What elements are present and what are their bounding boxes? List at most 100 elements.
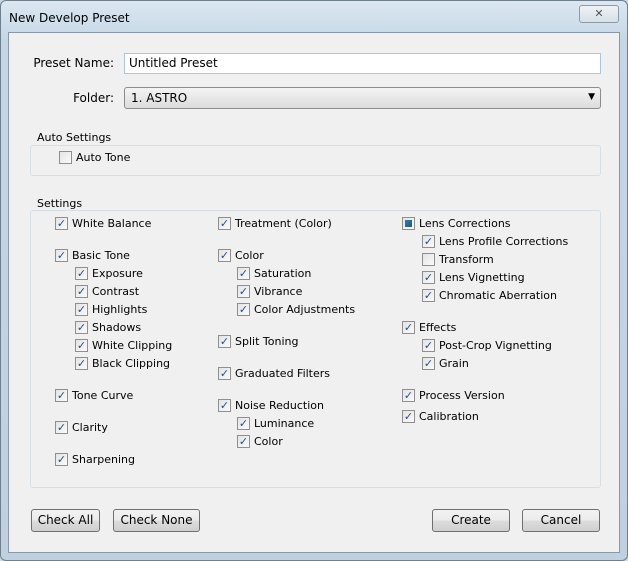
folder-select[interactable]: 1. ASTRO ▼ [124,87,601,109]
check-all-button[interactable]: Check All [31,509,100,532]
setting-checkbox-lens-vignetting[interactable]: ✓ Lens Vignetting [422,271,525,284]
checkbox-label: White Balance [72,217,152,230]
setting-checkbox-calibration[interactable]: ✓ Calibration [402,410,479,423]
checkbox-label: Lens Corrections [419,217,511,230]
auto-tone-checkbox[interactable]: Auto Tone [59,151,130,164]
auto-settings-title: Auto Settings [37,131,112,144]
checkbox-label: Basic Tone [72,249,130,262]
setting-checkbox-post-crop-vignetting[interactable]: ✓ Post-Crop Vignetting [422,339,552,352]
checkmark-icon: ✓ [218,335,231,348]
checkmark-icon: ✓ [218,399,231,412]
setting-checkbox-tone-curve[interactable]: ✓ Tone Curve [55,389,133,402]
checkbox-label: Highlights [92,303,148,316]
checkbox-label: Effects [419,321,457,334]
setting-checkbox-vibrance[interactable]: ✓ Vibrance [237,285,302,298]
checkbox-box [59,151,72,164]
checkbox-box [422,253,435,266]
preset-name-input[interactable]: Untitled Preset [124,53,601,74]
checkbox-label: Noise Reduction [235,399,324,412]
checkbox-label: Chromatic Aberration [439,289,557,302]
settings-title: Settings [37,197,83,210]
checkbox-label: Calibration [419,410,479,423]
check-none-button[interactable]: Check None [113,509,200,532]
checkbox-label: Grain [439,357,469,370]
checkbox-label: Lens Vignetting [439,271,525,284]
checkmark-icon: ✓ [55,249,68,262]
preset-name-label: Preset Name: [33,56,114,70]
setting-checkbox-lens-profile-corrections[interactable]: ✓ Lens Profile Corrections [422,235,568,248]
setting-checkbox-sharpening[interactable]: ✓ Sharpening [55,453,135,466]
folder-value: 1. ASTRO [131,91,188,105]
setting-checkbox-color[interactable]: ✓ Color [218,249,264,262]
checkmark-icon: ✓ [218,249,231,262]
checkbox-label: Luminance [254,417,315,430]
checkbox-label: Color [254,435,283,448]
setting-checkbox-transform[interactable]: Transform [422,253,494,266]
checkmark-icon: ✓ [422,271,435,284]
checkmark-icon: ✓ [75,267,88,280]
checkbox-label: Saturation [254,267,312,280]
setting-checkbox-shadows[interactable]: ✓ Shadows [75,321,141,334]
checkmark-icon: ✓ [237,267,250,280]
checkmark-icon: ✓ [237,285,250,298]
setting-checkbox-split-toning[interactable]: ✓ Split Toning [218,335,298,348]
checkbox-label: Sharpening [72,453,135,466]
setting-checkbox-graduated-filters[interactable]: ✓ Graduated Filters [218,367,330,380]
setting-checkbox-white-balance[interactable]: ✓ White Balance [55,217,151,230]
setting-checkbox-color[interactable]: ✓ Color [237,435,283,448]
setting-checkbox-black-clipping[interactable]: ✓ Black Clipping [75,357,170,370]
checkbox-label: Post-Crop Vignetting [439,339,552,352]
checkbox-label: Exposure [92,267,143,280]
checkmark-icon: ✓ [237,435,250,448]
setting-checkbox-lens-corrections[interactable]: Lens Corrections [402,217,511,230]
setting-checkbox-clarity[interactable]: ✓ Clarity [55,421,108,434]
checkbox-label: Clarity [72,421,108,434]
checkbox-label: Color [235,249,264,262]
dialog-title: New Develop Preset [9,11,130,25]
checkmark-icon: ✓ [75,303,88,316]
setting-checkbox-effects[interactable]: ✓ Effects [402,321,456,334]
checkmark-icon: ✓ [237,417,250,430]
checkmark-icon: ✓ [402,321,415,334]
checkbox-label: Black Clipping [92,357,171,370]
setting-checkbox-highlights[interactable]: ✓ Highlights [75,303,147,316]
checkbox-label: Graduated Filters [235,367,331,380]
checkmark-icon: ✓ [75,339,88,352]
checkbox-label: Process Version [419,389,505,402]
setting-checkbox-white-clipping[interactable]: ✓ White Clipping [75,339,172,352]
checkmark-icon: ✓ [422,289,435,302]
setting-checkbox-process-version[interactable]: ✓ Process Version [402,389,505,402]
checkmark-icon: ✓ [218,367,231,380]
setting-checkbox-grain[interactable]: ✓ Grain [422,357,469,370]
checkmark-icon: ✓ [402,410,415,423]
checkmark-icon: ✓ [55,421,68,434]
setting-checkbox-treatment-color[interactable]: ✓ Treatment (Color) [218,217,332,230]
setting-checkbox-exposure[interactable]: ✓ Exposure [75,267,143,280]
checkbox-label: Auto Tone [76,151,131,164]
checkbox-label: Treatment (Color) [235,217,332,230]
checkmark-icon: ✓ [75,285,88,298]
checkbox-label: White Clipping [92,339,173,352]
setting-checkbox-noise-reduction[interactable]: ✓ Noise Reduction [218,399,324,412]
checkbox-label: Transform [439,253,494,266]
setting-checkbox-luminance[interactable]: ✓ Luminance [237,417,314,430]
checkbox-label: Tone Curve [72,389,134,402]
setting-checkbox-contrast[interactable]: ✓ Contrast [75,285,139,298]
checkbox-label: Split Toning [235,335,299,348]
checkmark-icon: ✓ [75,321,88,334]
dropdown-arrow-icon: ▼ [588,92,595,102]
setting-checkbox-chromatic-aberration[interactable]: ✓ Chromatic Aberration [422,289,557,302]
close-button[interactable]: ✕ [579,5,619,23]
setting-checkbox-color-adjustments[interactable]: ✓ Color Adjustments [237,303,355,316]
checkmark-icon: ✓ [237,303,250,316]
cancel-button[interactable]: Cancel [522,509,600,532]
checkmark-icon: ✓ [422,235,435,248]
checkmark-icon: ✓ [402,389,415,402]
checkbox-label: Color Adjustments [254,303,356,316]
create-button[interactable]: Create [432,509,510,532]
checkmark-icon: ✓ [75,357,88,370]
setting-checkbox-basic-tone[interactable]: ✓ Basic Tone [55,249,130,262]
setting-checkbox-saturation[interactable]: ✓ Saturation [237,267,311,280]
folder-label: Folder: [73,91,114,105]
checkmark-icon: ✓ [55,389,68,402]
